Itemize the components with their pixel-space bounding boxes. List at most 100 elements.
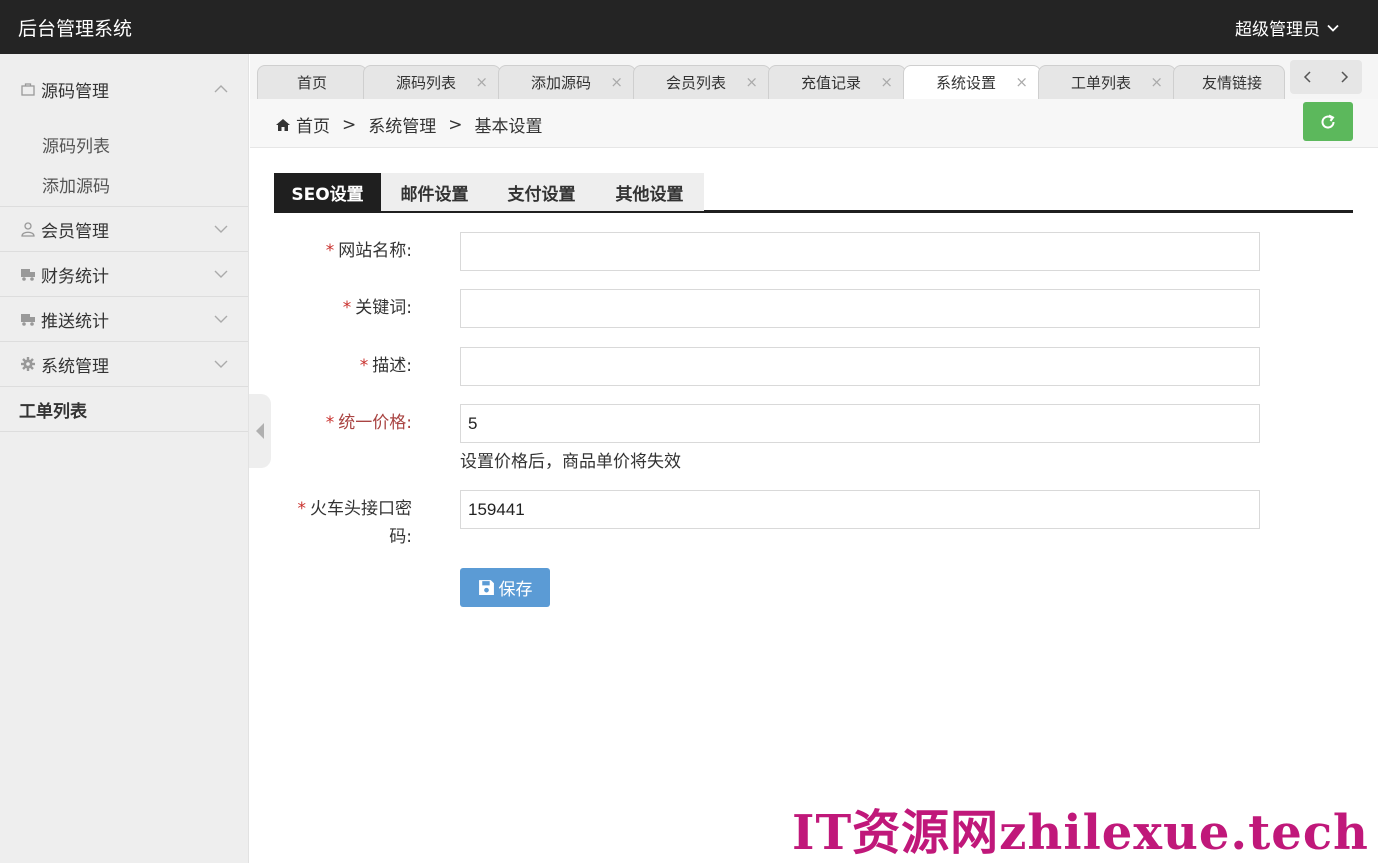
unified-price-input[interactable] <box>460 404 1260 443</box>
sidebar-subitem-source-list[interactable]: 源码列表 <box>0 124 248 164</box>
sidebar-item-member-manage[interactable]: 会员管理 <box>0 207 248 251</box>
sidebar-item-label: 工单列表 <box>19 401 87 422</box>
tab-source-list[interactable]: 源码列表 × <box>363 65 501 99</box>
nav-group-push: 推送统计 <box>0 297 248 342</box>
user-menu[interactable]: 超级管理员 <box>1235 15 1340 40</box>
sidebar-submenu: 源码列表 添加源码 <box>0 124 248 206</box>
nav-group-member: 会员管理 <box>0 207 248 252</box>
breadcrumb: 首页 > 系统管理 > 基本设置 <box>275 112 543 137</box>
label-text: 统一价格: <box>338 413 412 433</box>
tab-seo-settings[interactable]: SEO设置 <box>274 173 381 211</box>
settings-tabs: SEO设置 邮件设置 支付设置 其他设置 <box>274 173 1353 213</box>
breadcrumb-separator: > <box>448 114 463 135</box>
unified-price-hint: 设置价格后，商品单价将失效 <box>460 452 681 472</box>
close-icon[interactable]: × <box>475 73 488 91</box>
tab-label: 添加源码 <box>530 74 591 92</box>
label-text: 描述: <box>372 356 412 376</box>
description-label: * 描述: <box>232 352 412 380</box>
nav-group-finance: 财务统计 <box>0 252 248 297</box>
close-icon[interactable]: × <box>1150 73 1163 91</box>
sidebar: 源码管理 源码列表 添加源码 会员管理 财务统计 推送统计 系统管理 工单列表 <box>0 54 249 863</box>
tab-scroll-right-button[interactable] <box>1326 60 1362 94</box>
user-name: 超级管理员 <box>1235 20 1320 40</box>
watermark: IT资源网zhilexue.tech <box>792 805 1369 861</box>
tab-label: 友情链接 <box>1202 74 1263 92</box>
chevron-down-icon <box>214 360 228 368</box>
sidebar-item-label: 系统管理 <box>41 356 109 377</box>
tab-label: 系统设置 <box>935 74 996 92</box>
collector-password-input[interactable] <box>460 490 1260 529</box>
site-name-input[interactable] <box>460 232 1260 271</box>
tab-friend-links[interactable]: 友情链接 <box>1173 65 1285 99</box>
breadcrumb-bar: 首页 > 系统管理 > 基本设置 <box>250 99 1378 148</box>
tab-label: 工单列表 <box>1070 74 1131 92</box>
refresh-icon <box>1321 114 1335 129</box>
tab-mail-settings[interactable]: 邮件设置 <box>381 173 488 211</box>
chevron-right-icon <box>1341 71 1349 83</box>
sidebar-item-push-stats[interactable]: 推送统计 <box>0 297 248 341</box>
sidebar-item-ticket-list[interactable]: 工单列表 <box>0 387 248 431</box>
save-button[interactable]: 保存 <box>460 568 550 607</box>
required-mark: * <box>325 413 335 433</box>
chevron-down-icon <box>214 315 228 323</box>
top-header: 后台管理系统 超级管理员 <box>0 0 1378 54</box>
chevron-down-icon <box>1327 24 1339 32</box>
tab-add-source[interactable]: 添加源码 × <box>498 65 636 99</box>
sidebar-item-finance-stats[interactable]: 财务统计 <box>0 252 248 296</box>
label-text: 关键词: <box>355 298 412 318</box>
nav-group-tickets: 工单列表 <box>0 387 248 432</box>
close-icon[interactable]: × <box>1015 73 1028 91</box>
required-mark: * <box>359 356 369 376</box>
tab-label: 充值记录 <box>800 74 861 92</box>
breadcrumb-system-manage[interactable]: 系统管理 <box>368 112 436 137</box>
chevron-down-icon <box>214 225 228 233</box>
description-input[interactable] <box>460 347 1260 386</box>
sidebar-item-system-manage[interactable]: 系统管理 <box>0 342 248 386</box>
unified-price-label: * 统一价格: <box>232 409 412 437</box>
site-name-label: * 网站名称: <box>232 237 412 265</box>
sidebar-subitem-add-source[interactable]: 添加源码 <box>0 164 248 204</box>
truck-icon <box>19 310 37 328</box>
sidebar-item-label: 会员管理 <box>41 221 109 242</box>
tab-label: 首页 <box>296 74 327 92</box>
breadcrumb-home[interactable]: 首页 <box>296 112 330 137</box>
nav-group-source: 源码管理 源码列表 添加源码 <box>0 54 248 207</box>
close-icon[interactable]: × <box>880 73 893 91</box>
close-icon[interactable]: × <box>745 73 758 91</box>
save-icon <box>478 580 494 595</box>
home-icon <box>276 118 290 131</box>
required-mark: * <box>325 241 335 261</box>
refresh-button[interactable] <box>1303 102 1353 141</box>
chevron-left-icon <box>1303 71 1311 83</box>
tab-label: 源码列表 <box>395 74 456 92</box>
tab-scroll-controls <box>1290 60 1362 94</box>
truck-icon <box>19 265 37 283</box>
tab-scroll-left-button[interactable] <box>1290 60 1326 94</box>
label-text-line2: 码: <box>389 527 412 547</box>
close-icon[interactable]: × <box>610 73 623 91</box>
chevron-down-icon <box>214 270 228 278</box>
tab-label: 会员列表 <box>665 74 726 92</box>
sidebar-item-label: 推送统计 <box>41 311 109 332</box>
label-text: 网站名称: <box>338 241 412 261</box>
tab-recharge-records[interactable]: 充值记录 × <box>768 65 906 99</box>
bag-icon <box>19 80 37 98</box>
sidebar-item-label: 源码管理 <box>41 81 109 102</box>
keywords-input[interactable] <box>460 289 1260 328</box>
collector-password-label: * 火车头接口密 码: <box>232 495 413 551</box>
sidebar-item-label: 财务统计 <box>41 266 109 287</box>
app-title: 后台管理系统 <box>18 18 133 40</box>
required-mark: * <box>297 499 307 519</box>
tab-other-settings[interactable]: 其他设置 <box>595 173 704 211</box>
label-text: 火车头接口密 <box>310 499 412 519</box>
tab-member-list[interactable]: 会员列表 × <box>633 65 771 99</box>
tab-payment-settings[interactable]: 支付设置 <box>488 173 595 211</box>
keywords-label: * 关键词: <box>232 294 412 322</box>
tab-ticket-list[interactable]: 工单列表 × <box>1038 65 1176 99</box>
required-mark: * <box>342 298 352 318</box>
tab-home[interactable]: 首页 <box>257 65 367 99</box>
sidebar-item-source-manage[interactable]: 源码管理 <box>0 54 248 124</box>
chevron-up-icon <box>214 85 228 93</box>
user-icon <box>19 220 37 238</box>
tab-system-settings[interactable]: 系统设置 × <box>903 65 1041 99</box>
